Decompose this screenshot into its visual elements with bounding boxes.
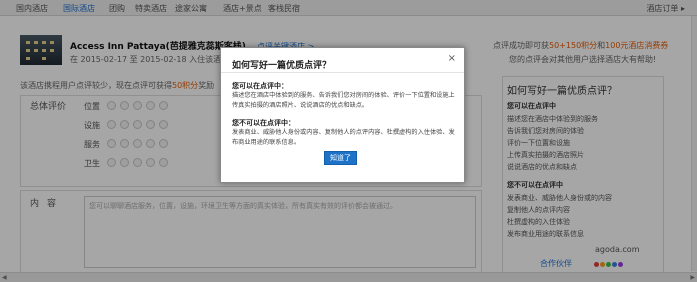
dialog-can-heading: 您可以在点评中： (232, 82, 288, 90)
dialog-can-text: 描述您在酒店中体验到的服务、告诉我们您对房间的体验、评价一下位置和设施上传真实拍… (232, 92, 455, 109)
dialog-cannot-heading: 您不可以在点评中： (232, 119, 295, 127)
got-it-button[interactable]: 知道了 (324, 151, 357, 165)
dialog-title: 如何写好一篇优质点评？ (232, 61, 332, 71)
dialog-divider (221, 72, 464, 73)
dialog-cannot-text: 发表商业、威胁他人身份或内容、复制他人的点评内容、杜撰虚构的入住体验、发布商业用… (232, 129, 455, 146)
close-icon[interactable]: × (448, 53, 456, 64)
review-tips-dialog: 如何写好一篇优质点评？ × 您可以在点评中： 描述您在酒店中体验到的服务、告诉我… (220, 47, 465, 183)
